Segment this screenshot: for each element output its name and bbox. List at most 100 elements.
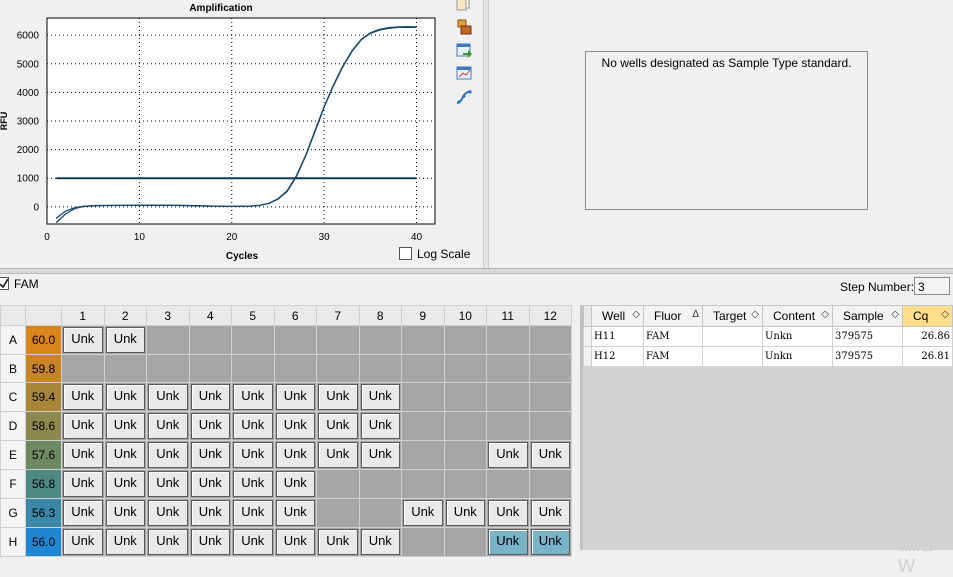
plate-column-6[interactable]: 6 (273, 305, 317, 326)
well-sample-type[interactable]: Unk (105, 442, 145, 468)
well-D12[interactable] (528, 411, 572, 441)
sort-icon[interactable]: ◇ (891, 309, 899, 320)
horizontal-splitter[interactable] (0, 268, 953, 274)
log-scale-toggle[interactable]: Log Scale (399, 247, 470, 261)
results-header-sample[interactable]: Sample ◇ (832, 305, 903, 327)
well-E9[interactable] (401, 440, 445, 470)
well-sample-type[interactable]: Unk (275, 413, 315, 439)
sort-icon[interactable]: ◇ (941, 309, 949, 320)
well-H11[interactable]: Unk (486, 527, 530, 557)
well-F8[interactable] (358, 469, 402, 499)
well-sample-type[interactable]: Unk (360, 384, 400, 410)
plate-column-10[interactable]: 10 (443, 305, 487, 326)
well-C2[interactable]: Unk (103, 382, 147, 412)
well-sample-type[interactable]: Unk (63, 529, 103, 555)
well-D4[interactable]: Unk (188, 411, 232, 441)
well-sample-type[interactable]: Unk (488, 500, 528, 526)
results-header-content[interactable]: Content ◇ (762, 305, 833, 327)
plate-column-2[interactable]: 2 (103, 305, 147, 326)
well-B11[interactable] (486, 354, 530, 383)
well-sample-type[interactable]: Unk (530, 500, 570, 526)
curve-settings-icon[interactable] (455, 88, 473, 106)
well-C11[interactable] (486, 382, 530, 412)
well-F11[interactable] (486, 469, 530, 499)
well-F7[interactable] (316, 469, 360, 499)
well-A8[interactable] (358, 325, 402, 355)
well-H3[interactable]: Unk (146, 527, 190, 557)
well-sample-type[interactable]: Unk (233, 471, 273, 497)
well-sample-type[interactable]: Unk (63, 413, 103, 439)
plate-column-1[interactable]: 1 (61, 305, 105, 326)
well-sample-type[interactable]: Unk (275, 384, 315, 410)
well-B7[interactable] (316, 354, 360, 383)
well-sample-type[interactable]: Unk (63, 471, 103, 497)
log-scale-checkbox[interactable] (399, 247, 412, 260)
well-C3[interactable]: Unk (146, 382, 190, 412)
well-sample-type[interactable]: Unk (190, 500, 230, 526)
plate-column-5[interactable]: 5 (231, 305, 275, 326)
well-E1[interactable]: Unk (61, 440, 105, 470)
well-F3[interactable]: Unk (146, 469, 190, 499)
well-H5[interactable]: Unk (231, 527, 275, 557)
well-A2[interactable]: Unk (103, 325, 147, 355)
plate-column-11[interactable]: 11 (486, 305, 530, 326)
well-G3[interactable]: Unk (146, 498, 190, 528)
well-sample-type[interactable]: Unk (63, 442, 103, 468)
well-sample-type[interactable]: Unk (275, 471, 315, 497)
well-sample-type[interactable]: Unk (403, 500, 443, 526)
well-H12[interactable]: Unk (528, 527, 572, 557)
well-E6[interactable]: Unk (273, 440, 317, 470)
well-A12[interactable] (528, 325, 572, 355)
well-A11[interactable] (486, 325, 530, 355)
plate-column-9[interactable]: 9 (401, 305, 445, 326)
well-sample-type[interactable]: Unk (233, 500, 273, 526)
sort-ascending-icon[interactable]: Δ (692, 309, 699, 320)
well-sample-type[interactable]: Unk (148, 442, 188, 468)
well-F9[interactable] (401, 469, 445, 499)
plate-row-header[interactable]: G (0, 498, 26, 528)
well-G11[interactable]: Unk (486, 498, 530, 528)
well-sample-type[interactable]: Unk (148, 471, 188, 497)
well-H6[interactable]: Unk (273, 527, 317, 557)
well-H9[interactable] (401, 527, 445, 557)
well-sample-type[interactable]: Unk (105, 500, 145, 526)
plate-column-7[interactable]: 7 (316, 305, 360, 326)
results-header-target[interactable]: Target ◇ (702, 305, 763, 327)
well-G4[interactable]: Unk (188, 498, 232, 528)
well-A5[interactable] (231, 325, 275, 355)
well-sample-type[interactable]: Unk (63, 500, 103, 526)
well-F2[interactable]: Unk (103, 469, 147, 499)
plate-column-4[interactable]: 4 (188, 305, 232, 326)
well-sample-type[interactable]: Unk (275, 442, 315, 468)
well-C6[interactable]: Unk (273, 382, 317, 412)
well-C7[interactable]: Unk (316, 382, 360, 412)
well-sample-type[interactable]: Unk (530, 442, 570, 468)
well-B10[interactable] (443, 354, 487, 383)
well-B8[interactable] (358, 354, 402, 383)
well-H4[interactable]: Unk (188, 527, 232, 557)
well-sample-type[interactable]: Unk (105, 413, 145, 439)
well-H10[interactable] (443, 527, 487, 557)
well-sample-type[interactable]: Unk (233, 529, 273, 555)
well-C1[interactable]: Unk (61, 382, 105, 412)
well-G5[interactable]: Unk (231, 498, 275, 528)
well-E3[interactable]: Unk (146, 440, 190, 470)
well-A6[interactable] (273, 325, 317, 355)
well-sample-type[interactable]: Unk (190, 442, 230, 468)
sort-icon[interactable]: ◇ (632, 309, 640, 320)
plate-column-8[interactable]: 8 (358, 305, 402, 326)
well-sample-type[interactable]: Unk (233, 384, 273, 410)
well-sample-type[interactable]: Unk (105, 529, 145, 555)
well-F10[interactable] (443, 469, 487, 499)
well-D2[interactable]: Unk (103, 411, 147, 441)
well-sample-type[interactable]: Unk (105, 327, 145, 353)
well-G2[interactable]: Unk (103, 498, 147, 528)
results-header-fluor[interactable]: Fluor Δ (643, 305, 703, 327)
sort-icon[interactable]: ◇ (751, 309, 759, 320)
well-C5[interactable]: Unk (231, 382, 275, 412)
well-B9[interactable] (401, 354, 445, 383)
well-D11[interactable] (486, 411, 530, 441)
well-A1[interactable]: Unk (61, 325, 105, 355)
well-D8[interactable]: Unk (358, 411, 402, 441)
well-C9[interactable] (401, 382, 445, 412)
